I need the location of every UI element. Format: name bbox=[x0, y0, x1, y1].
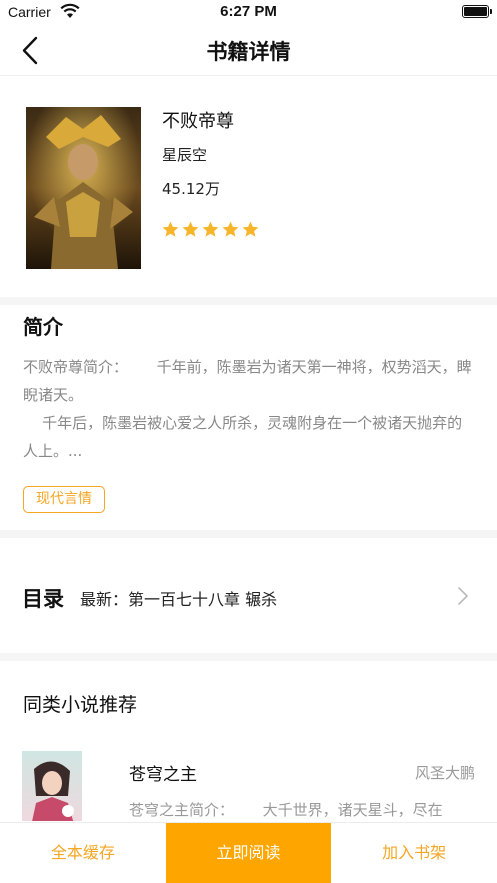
intro-heading: 简介 bbox=[23, 315, 63, 339]
cache-all-button[interactable]: 全本缓存 bbox=[0, 823, 166, 883]
book-cover[interactable] bbox=[26, 107, 141, 269]
latest-chapter: 最新：第一百七十八章 辗杀 bbox=[80, 590, 278, 609]
list-item[interactable]: 苍穹之主 风圣大鹏 苍穹之主简介： 大千世界，诸天星斗，尽在 bbox=[0, 751, 497, 821]
read-now-button[interactable]: 立即阅读 bbox=[165, 823, 332, 883]
genre-tag[interactable]: 现代言情 bbox=[23, 486, 105, 513]
toc-label: 目录 bbox=[22, 587, 64, 611]
bottom-action-bar: 全本缓存 立即阅读 加入书架 bbox=[0, 822, 497, 883]
recommend-book-author: 风圣大鹏 bbox=[414, 764, 475, 782]
recommend-book-cover bbox=[22, 751, 82, 821]
table-of-contents-row[interactable]: 目录 最新：第一百七十八章 辗杀 bbox=[0, 538, 497, 653]
recommend-book-title: 苍穹之主 bbox=[129, 765, 197, 785]
page-title: 书籍详情 bbox=[206, 40, 291, 64]
rating-stars bbox=[161, 220, 260, 239]
star-icon bbox=[202, 221, 219, 237]
intro-text: 不败帝尊简介： 千年前，陈墨岩为诸天第一神将，权势滔天，睥睨诸天。 千年后，陈墨… bbox=[23, 358, 472, 460]
section-divider bbox=[0, 653, 497, 661]
star-icon bbox=[182, 221, 199, 237]
status-bar: Carrier 6:27 PM bbox=[0, 0, 497, 26]
recommend-section: 同类小说推荐 苍穹之主 风圣大鹏 苍穹之主简介： 大千世界，诸天星斗，尽在 bbox=[0, 661, 497, 821]
add-to-shelf-button[interactable]: 加入书架 bbox=[331, 823, 497, 883]
recommend-heading: 同类小说推荐 bbox=[23, 694, 138, 716]
nav-bar: 书籍详情 bbox=[0, 26, 497, 76]
section-divider bbox=[0, 297, 497, 305]
status-time: 6:27 PM bbox=[220, 3, 277, 20]
book-author: 星辰空 bbox=[162, 146, 208, 164]
book-title: 不败帝尊 bbox=[162, 111, 234, 132]
battery-icon bbox=[462, 5, 492, 18]
star-icon bbox=[222, 221, 239, 237]
chevron-right-icon bbox=[458, 587, 468, 605]
word-count: 45.12万 bbox=[162, 180, 220, 198]
book-info: 不败帝尊 星辰空 45.12万 bbox=[0, 77, 497, 297]
star-icon bbox=[242, 221, 259, 237]
recommend-book-desc: 苍穹之主简介： 大千世界，诸天星斗，尽在 bbox=[129, 801, 443, 819]
intro-section: 简介 不败帝尊简介： 千年前，陈墨岩为诸天第一神将，权势滔天，睥睨诸天。 千年后… bbox=[0, 305, 497, 530]
star-icon bbox=[162, 221, 179, 237]
section-divider bbox=[0, 530, 497, 538]
